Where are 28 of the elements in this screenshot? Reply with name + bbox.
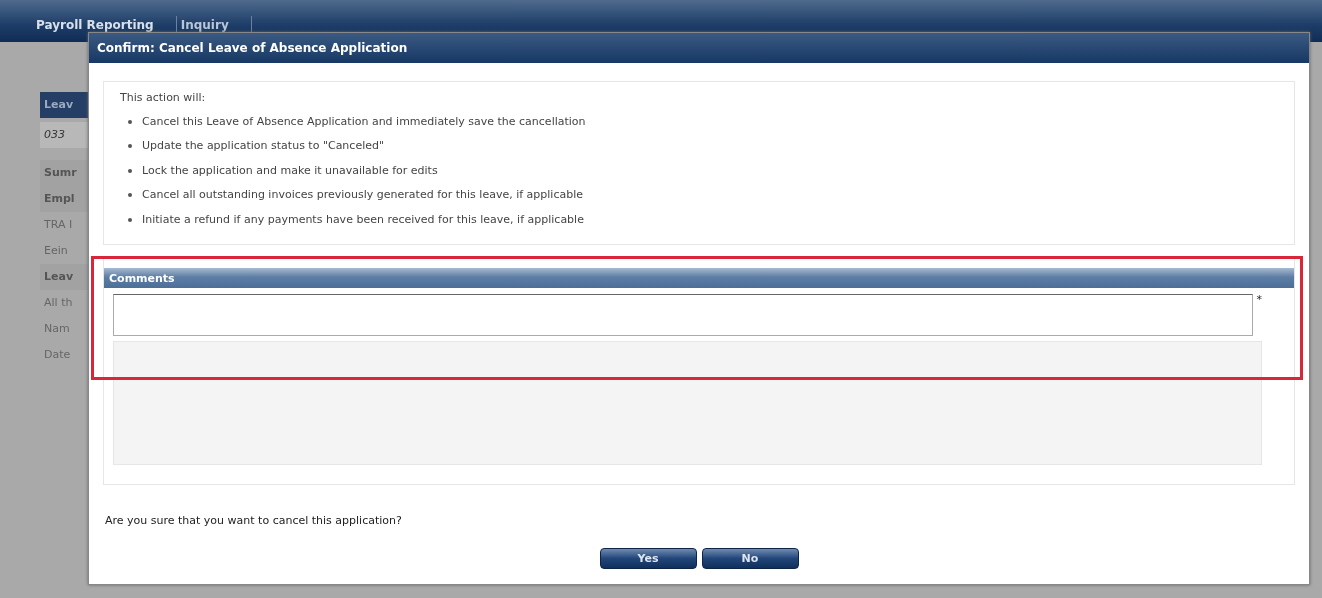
bullet-text: Initiate a refund if any payments have been received for this leave, if applicable	[142, 211, 584, 228]
field-label: TRA I	[43, 217, 74, 233]
comments-header: Comments	[104, 268, 1294, 288]
field-label: All th	[43, 295, 74, 311]
panel-header: Leav	[40, 92, 88, 118]
bullet-text: Update the application status to "Canceled"	[142, 138, 385, 154]
bullet-icon	[128, 217, 132, 222]
section-label: Leav	[40, 264, 88, 290]
bullet-text: Cancel this Leave of Absence Application and immediately save the cancellation	[142, 113, 586, 130]
field-label: Eein	[43, 243, 69, 259]
bullet-icon	[128, 119, 132, 124]
bullet-text: Cancel all outstanding invoices previously generated for this leave, if applicable	[142, 187, 583, 203]
confirmation-question: Are you sure that you want to cancel this application?	[105, 513, 403, 529]
bullet-icon	[128, 193, 132, 197]
section-label: Sumr	[40, 160, 88, 186]
required-mark: *	[1256, 294, 1262, 308]
dialog-button[interactable]: No	[701, 547, 799, 569]
field-label: Date	[43, 347, 72, 363]
bullet-icon	[128, 168, 132, 173]
field-value: 033	[40, 122, 88, 148]
dialog-title: Confirm: Cancel Leave of Absence Application	[89, 33, 1309, 63]
dialog-button[interactable]: Yes	[599, 547, 697, 569]
bullet-text: Lock the application and make it unavailable for edits	[142, 162, 438, 179]
bullet-icon	[128, 144, 132, 148]
field-label: Nam	[43, 321, 71, 337]
section-label: Empl	[40, 186, 88, 212]
comments-field[interactable]	[113, 294, 1253, 336]
intro-text: This action will:	[120, 90, 207, 106]
